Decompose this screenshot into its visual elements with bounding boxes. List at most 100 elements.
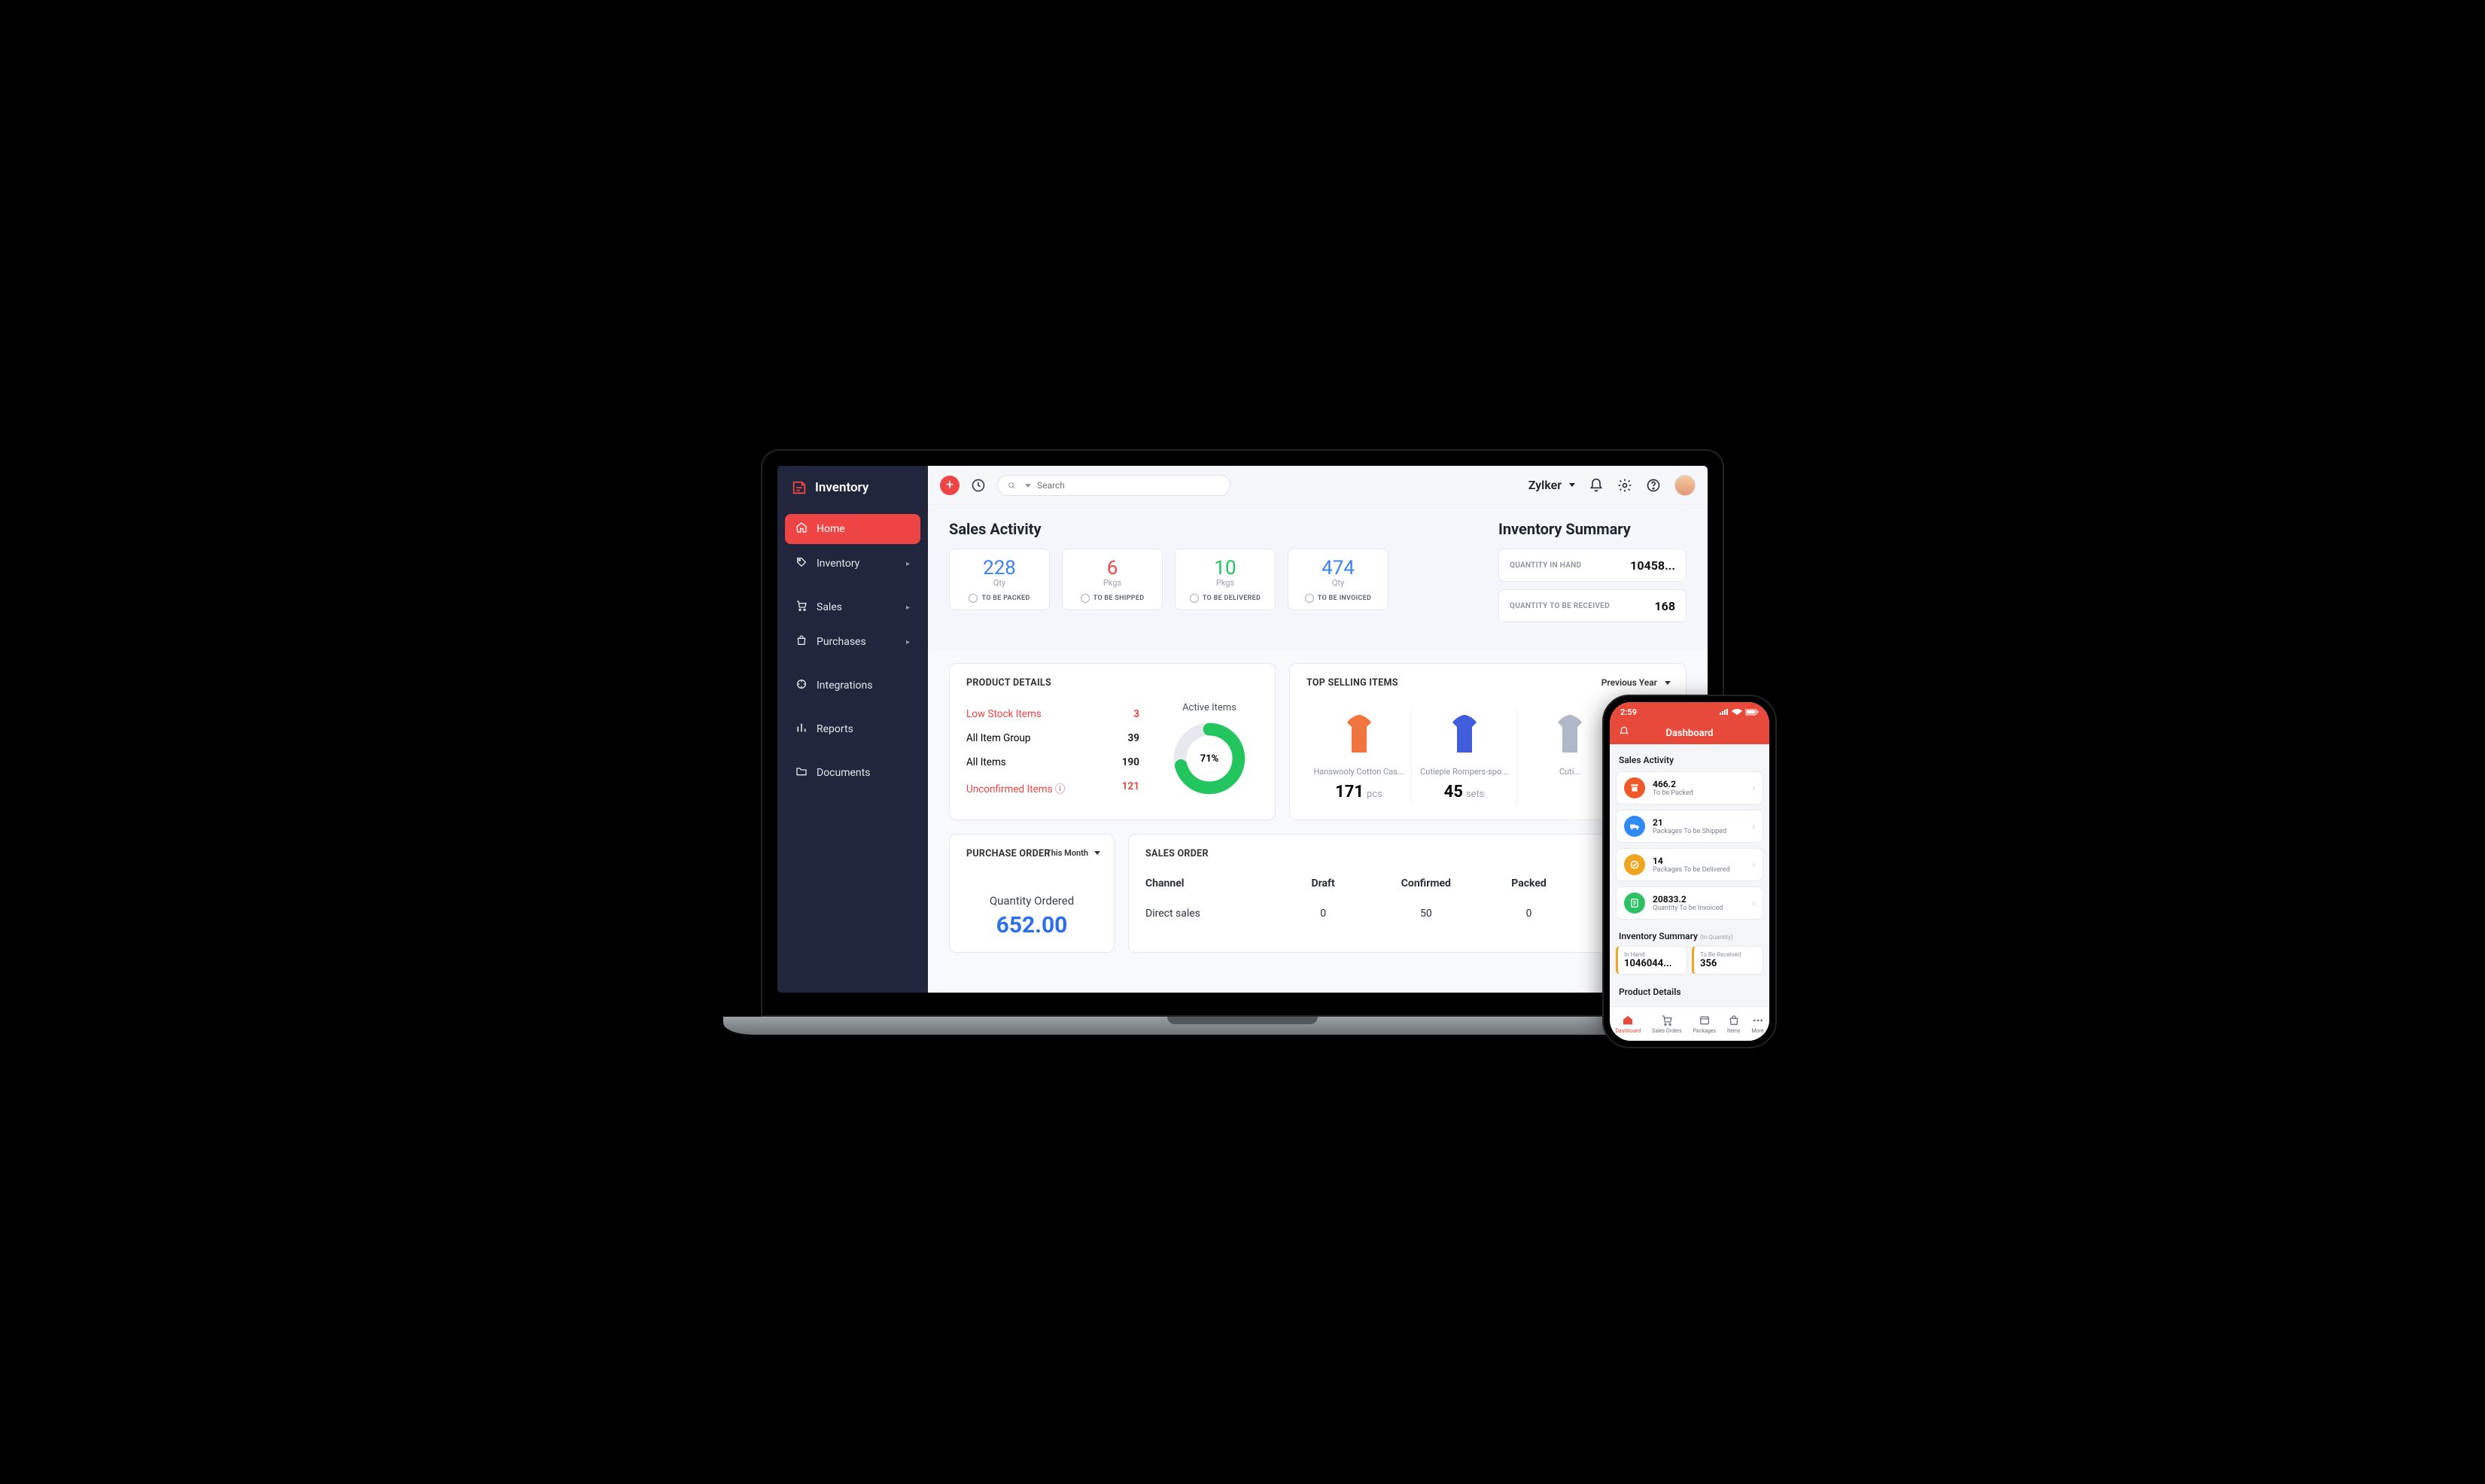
active-items-donut: 71% <box>1172 721 1247 796</box>
laptop-frame: Inventory HomeInventory▸Sales▸Purchases▸… <box>761 449 1724 1035</box>
sidebar-label: Purchases <box>817 636 866 648</box>
top-selling-period[interactable]: Previous Year <box>1601 677 1671 688</box>
chevron-right-icon: ▸ <box>906 560 910 568</box>
phone-bell-icon[interactable] <box>1619 726 1629 740</box>
phone-tab-more[interactable]: More <box>1751 1014 1763 1034</box>
sidebar-item-purchases[interactable]: Purchases ▸ <box>785 627 920 657</box>
sidebar-item-sales[interactable]: Sales▸ <box>785 592 920 622</box>
sales-card-unit: Qty <box>993 578 1005 588</box>
topbar: + Zylker <box>928 466 1708 505</box>
sidebar-label: Documents <box>817 767 870 779</box>
top-item[interactable]: Hanswooly Cotton Cas...171pcs <box>1306 707 1412 806</box>
phone-inv-value: 356 <box>1700 958 1757 969</box>
status-ring-icon <box>1305 594 1314 603</box>
phone-tab-label: Sales Orders <box>1652 1028 1682 1034</box>
phone-row-value: 20833.2 <box>1653 894 1723 905</box>
sidebar-item-documents[interactable]: Documents <box>785 758 920 788</box>
sales-card[interactable]: 474QtyTO BE INVOICED <box>1288 549 1388 610</box>
phone-status-icons <box>1720 709 1759 716</box>
prod-val: 190 <box>1122 756 1139 768</box>
search-input[interactable] <box>1037 480 1221 491</box>
prod-val: 121 <box>1122 780 1139 795</box>
phone-tab-items[interactable]: Items <box>1727 1014 1741 1034</box>
cart-icon <box>795 600 808 615</box>
add-button[interactable]: + <box>940 476 960 495</box>
phone-activity-row[interactable]: 20833.2Quantity To be Invoiced› <box>1616 886 1763 920</box>
status-ring-icon <box>1190 594 1199 603</box>
phone-activity-row[interactable]: 466.2To be Packed› <box>1616 771 1763 804</box>
prod-key: All Item Group <box>966 732 1031 744</box>
phone-activity-row[interactable]: 21Packages To be Shipped› <box>1616 810 1763 843</box>
search-box[interactable] <box>997 475 1230 496</box>
item-qty: 171pcs <box>1312 783 1405 801</box>
phone-row-icon <box>1624 893 1645 914</box>
home-icon <box>795 522 808 537</box>
search-icon <box>1007 481 1016 490</box>
so-col-head: Channel <box>1145 877 1276 889</box>
phone-sales-title: Sales Activity <box>1616 750 1763 771</box>
purchase-order-period[interactable]: This Month <box>1046 848 1100 858</box>
chevron-right-icon: › <box>1752 859 1755 870</box>
help-icon[interactable] <box>1646 478 1661 493</box>
inventory-logo-icon <box>791 479 808 496</box>
bell-icon[interactable] <box>1589 478 1604 493</box>
phone-tab-dashboard[interactable]: Dashboard <box>1615 1014 1641 1034</box>
gear-icon[interactable] <box>1617 478 1632 493</box>
phone-inv-value: 1046044... <box>1624 958 1680 969</box>
phone-row-icon <box>1624 816 1645 837</box>
sidebar-item-inventory[interactable]: Inventory▸ <box>785 549 920 579</box>
sidebar-item-home[interactable]: Home <box>785 514 920 544</box>
item-image <box>1418 711 1510 759</box>
phone-tab-packages[interactable]: Packages <box>1693 1014 1716 1034</box>
sales-card[interactable]: 10Pkgs TO BE DELIVERED <box>1175 549 1276 610</box>
phone-row-label: Quantity To be Invoiced <box>1653 905 1723 912</box>
phone-tab-sales-orders[interactable]: Sales Orders <box>1652 1014 1682 1034</box>
history-icon[interactable] <box>970 477 987 494</box>
sidebar-item-reports[interactable]: Reports <box>785 714 920 744</box>
so-cell: Direct sales <box>1145 908 1276 920</box>
prod-row[interactable]: All Items 190 <box>966 750 1139 774</box>
main: + Zylker <box>928 466 1708 993</box>
chevron-right-icon: ▸ <box>906 638 910 646</box>
prod-row[interactable]: Unconfirmed Items ⓘ121 <box>966 774 1139 801</box>
phone-inv-card: To Be Received356 <box>1692 946 1763 975</box>
sales-card-foot: TO BE PACKED <box>969 594 1030 603</box>
phone-tab-label: More <box>1751 1028 1763 1034</box>
phone-time: 2:59 <box>1620 707 1637 717</box>
sales-card-value: 6 <box>1107 557 1118 579</box>
phone-inv-card: In Hand1046044... <box>1616 946 1687 975</box>
phone-frame: 2:59 Dashboard Sales Activity 466.2To be… <box>1602 695 1777 1048</box>
sales-card[interactable]: 6PkgsTO BE SHIPPED <box>1062 549 1163 610</box>
sales-card-foot: TO BE DELIVERED <box>1190 594 1261 603</box>
po-label: Quantity Ordered <box>966 894 1097 908</box>
sales-card-value: 228 <box>983 557 1016 579</box>
sidebar-item-integrations[interactable]: Integrations <box>785 671 920 701</box>
inv-value: 168 <box>1654 599 1675 613</box>
prod-key: All Items <box>966 756 1006 768</box>
purchase-order-card: PURCHASE ORDER This Month Quantity Order… <box>949 834 1115 953</box>
po-value: 652.00 <box>966 912 1097 938</box>
inventory-summary-row: QUANTITY TO BE RECEIVED168 <box>1498 589 1687 622</box>
folder-icon <box>795 765 808 780</box>
prod-row[interactable]: Low Stock Items3 <box>966 702 1139 726</box>
sales-card-value: 474 <box>1322 557 1355 579</box>
phone-status-bar: 2:59 <box>1610 702 1769 722</box>
product-details-title: PRODUCT DETAILS <box>966 677 1258 689</box>
org-switcher[interactable]: Zylker <box>1528 478 1575 492</box>
sidebar-label: Integrations <box>817 680 872 692</box>
prod-row[interactable]: All Item Group39 <box>966 726 1139 750</box>
top-item[interactable]: Cutiepie Rompers-spo...45sets <box>1412 707 1517 806</box>
phone-row-value: 466.2 <box>1653 779 1693 789</box>
phone-activity-row[interactable]: 14Packages To be Delivered› <box>1616 848 1763 881</box>
sales-card-unit: Pkgs <box>1216 578 1234 588</box>
phone-tab-label: Dashboard <box>1615 1028 1641 1034</box>
sales-card-value: 10 <box>1214 557 1236 579</box>
phone-tabbar: Dashboard Sales Orders Packages Items More <box>1610 1006 1769 1041</box>
item-image <box>1312 711 1405 759</box>
avatar[interactable] <box>1674 475 1696 496</box>
phone-row-label: Packages To be Shipped <box>1653 828 1726 835</box>
sidebar-label: Reports <box>817 723 853 735</box>
search-scope-icon[interactable] <box>1022 480 1031 491</box>
active-items-label: Active Items <box>1160 702 1258 713</box>
sales-card[interactable]: 228Qty TO BE PACKED <box>949 549 1050 610</box>
